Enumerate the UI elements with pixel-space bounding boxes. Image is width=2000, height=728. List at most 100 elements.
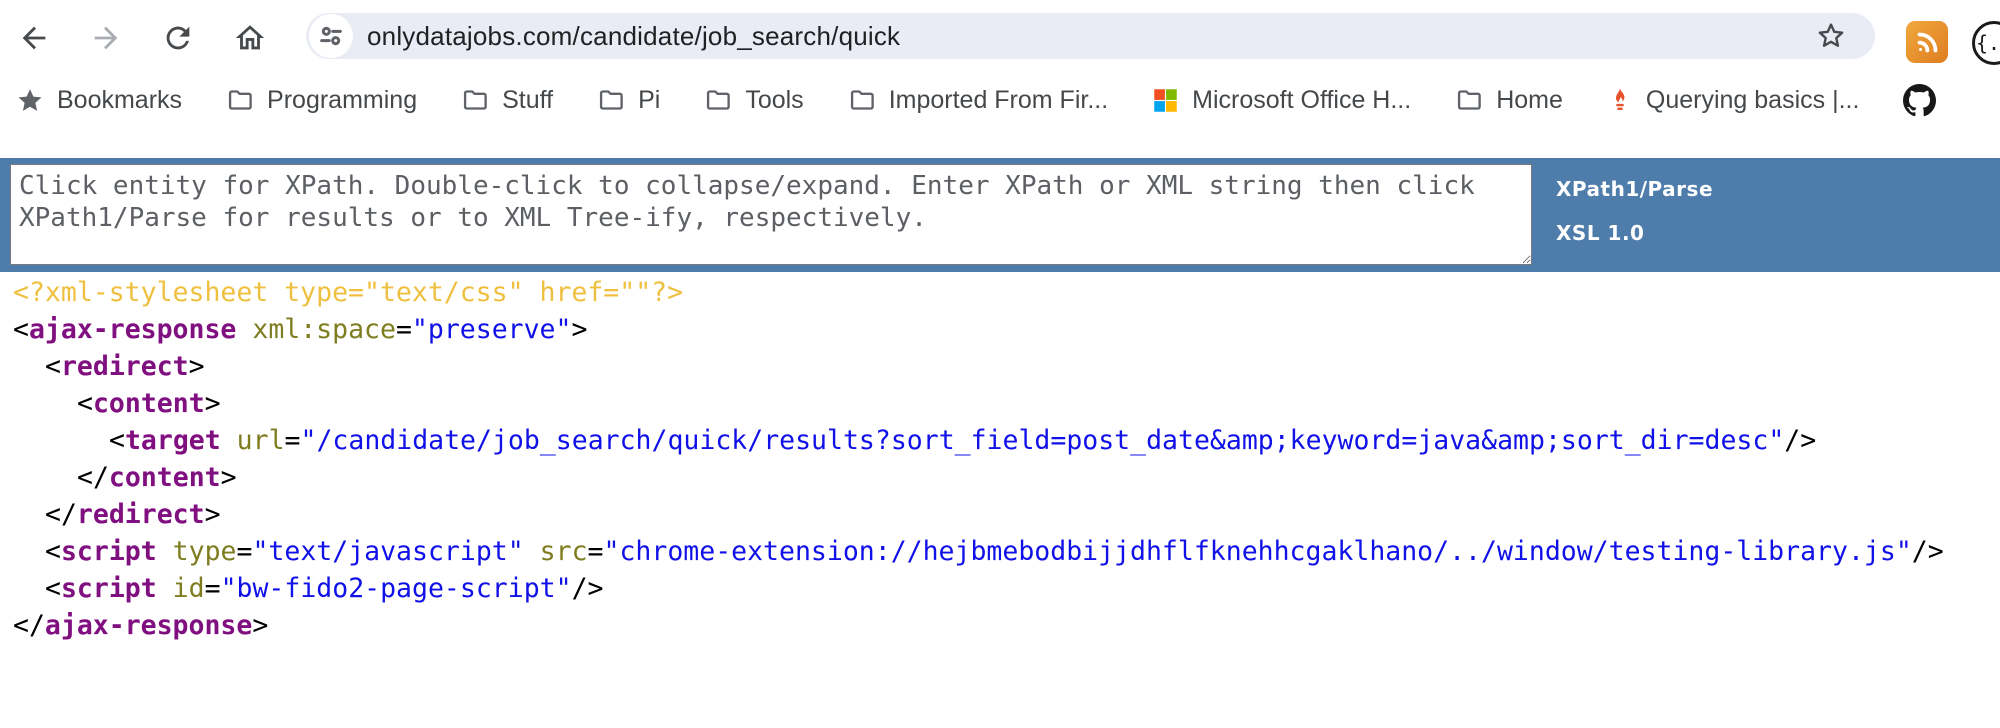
star-icon — [16, 86, 44, 114]
back-arrow-icon — [22, 26, 46, 49]
xml-attr-value: "chrome-extension://hejbmebodbijjdhflfkn… — [603, 536, 1912, 567]
xml-punctuation: = — [284, 425, 301, 456]
xml-tag-name[interactable]: redirect — [61, 351, 189, 382]
github-icon — [1903, 83, 1937, 117]
brace-glyph: {.. — [1975, 31, 2000, 55]
xml-punctuation: /> — [1784, 425, 1817, 456]
json-extension-button[interactable]: {.. — [1972, 21, 2000, 65]
home-button[interactable] — [228, 16, 272, 60]
xml-punctuation: < — [109, 425, 125, 456]
xml-punctuation: < — [13, 314, 29, 345]
xml-line: </content> — [13, 459, 2000, 496]
tune-icon — [320, 26, 342, 46]
xml-tag-name[interactable]: ajax-response — [29, 314, 236, 345]
bookmark-label: Stuff — [502, 85, 554, 114]
url-bar[interactable]: onlydatajobs.com/candidate/job_search/qu… — [306, 13, 1875, 59]
bookmark-imported-from-firefox[interactable]: Imported From Fir... — [848, 86, 1108, 115]
bookmark-home[interactable]: Home — [1455, 86, 1563, 115]
xml-punctuation — [157, 573, 173, 604]
reload-icon — [166, 26, 190, 49]
xml-line: <ajax-response xml:space="preserve"> — [13, 311, 2000, 348]
xml-tag-name[interactable]: content — [109, 462, 221, 493]
bookmark-page-button[interactable] — [1815, 20, 1847, 52]
xml-tag-name[interactable]: ajax-response — [45, 610, 252, 641]
xml-attr-value: "bw-fido2-page-script" — [220, 573, 572, 604]
folder-icon — [1455, 86, 1483, 114]
bookmark-github[interactable] — [1903, 83, 1937, 117]
xml-attr-value: "text/javascript" — [252, 536, 524, 567]
xml-punctuation: /> — [1911, 536, 1944, 567]
xml-punctuation: </ — [45, 499, 77, 530]
reload-button[interactable] — [156, 16, 200, 60]
xml-punctuation: </ — [77, 462, 109, 493]
xml-punctuation: > — [188, 351, 205, 382]
xml-punctuation: = — [236, 536, 253, 567]
bookmark-querying-basics[interactable]: Querying basics |... — [1607, 85, 1860, 115]
xml-punctuation: < — [77, 388, 93, 419]
bookmark-label: Pi — [638, 85, 661, 114]
xml-punctuation: = — [587, 536, 604, 567]
bookmark-stuff[interactable]: Stuff — [461, 86, 553, 115]
bookmark-label: Querying basics |... — [1645, 85, 1860, 114]
xml-line: <script type="text/javascript" src="chro… — [13, 533, 2000, 570]
site-settings-button[interactable] — [309, 14, 353, 58]
back-button[interactable] — [12, 16, 56, 60]
nav-buttons — [0, 16, 272, 60]
xml-line: <redirect> — [13, 348, 2000, 385]
xml-punctuation — [157, 536, 173, 567]
bookmark-bookmarks[interactable]: Bookmarks — [16, 86, 182, 115]
xml-punctuation — [221, 425, 237, 456]
xpath1-parse-button[interactable]: XPath1/Parse — [1556, 177, 1713, 201]
bookmark-label: Bookmarks — [57, 85, 183, 114]
xml-line: <script id="bw-fido2-page-script"/> — [13, 570, 2000, 607]
xml-line: <target url="/candidate/job_search/quick… — [13, 422, 2000, 459]
bookmark-tools[interactable]: Tools — [704, 85, 804, 115]
xml-line: <?xml-stylesheet type="text/css" href=""… — [13, 274, 2000, 311]
xml-punctuation: > — [204, 499, 221, 530]
folder-icon — [226, 86, 254, 114]
forward-button[interactable] — [84, 16, 128, 60]
xml-tag-name[interactable]: script — [61, 536, 157, 567]
xml-attr-value: "preserve" — [411, 314, 572, 345]
xpath-input[interactable] — [10, 164, 1532, 265]
xml-punctuation — [236, 314, 252, 345]
xml-tag-name[interactable]: redirect — [77, 499, 205, 530]
folder-icon — [597, 86, 625, 114]
bookmark-microsoft-office[interactable]: Microsoft Office H... — [1152, 86, 1411, 115]
xml-line: <content> — [13, 385, 2000, 422]
rss-extension-button[interactable] — [1906, 21, 1948, 63]
home-icon — [235, 24, 265, 49]
xml-punctuation: > — [252, 610, 269, 641]
folder-icon — [704, 86, 732, 114]
xml-punctuation: < — [45, 536, 61, 567]
xml-punctuation: = — [395, 314, 412, 345]
xml-tag-name[interactable]: script — [61, 573, 157, 604]
xml-punctuation — [524, 536, 540, 567]
bookmark-programming[interactable]: Programming — [226, 86, 417, 115]
browser-toolbar: onlydatajobs.com/candidate/job_search/qu… — [0, 0, 2000, 75]
bookmark-label: Tools — [745, 85, 804, 114]
xml-punctuation: > — [571, 314, 588, 345]
xml-tree: <?xml-stylesheet type="text/css" href=""… — [0, 268, 2000, 644]
xpath-panel: XPath1/Parse XSL 1.0 — [0, 158, 2000, 272]
xml-punctuation: </ — [13, 610, 45, 641]
xml-punctuation: > — [204, 388, 221, 419]
xsl-button[interactable]: XSL 1.0 — [1556, 221, 1644, 245]
xml-tag-name[interactable]: target — [125, 425, 221, 456]
xml-line: </ajax-response> — [13, 607, 2000, 644]
bookmarks-bar: Bookmarks Programming Stuff Pi Tools Imported… — [0, 75, 2000, 125]
xml-attr-value: "/candidate/job_search/quick/results?sor… — [300, 425, 1785, 456]
url-text: onlydatajobs.com/candidate/job_search/qu… — [367, 20, 901, 51]
xml-punctuation: < — [45, 351, 61, 382]
bookmark-label: Microsoft Office H... — [1192, 85, 1412, 114]
xml-processing-instruction: <?xml-stylesheet type="text/css" href=""… — [13, 277, 684, 308]
bookmark-label: Home — [1496, 85, 1563, 114]
bookmark-label: Programming — [267, 85, 418, 114]
rss-icon — [1917, 32, 1938, 53]
xml-attr-name: id — [172, 573, 205, 604]
bookmark-pi[interactable]: Pi — [597, 86, 660, 115]
prometheus-torch-icon — [1607, 87, 1633, 113]
xml-punctuation: /> — [571, 573, 604, 604]
xml-tag-name[interactable]: content — [93, 388, 205, 419]
xml-attr-name: url — [236, 425, 285, 456]
